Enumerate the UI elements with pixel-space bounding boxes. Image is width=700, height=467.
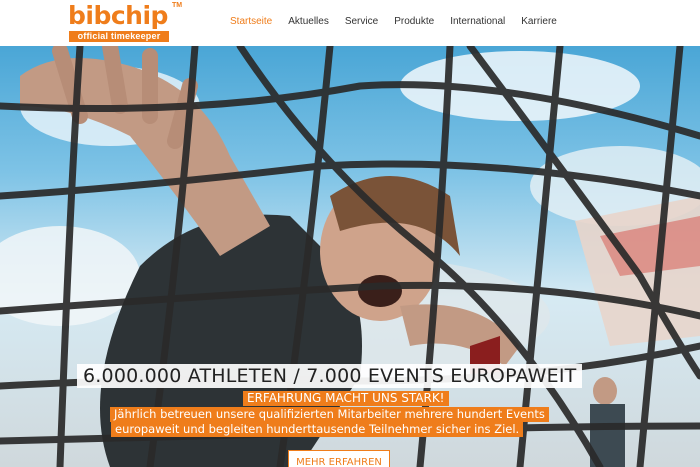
hero-banner: 6.000.000 ATHLETEN / 7.000 EVENTS EUROPA… [0, 46, 700, 467]
bibchip-logo[interactable]: bibchip TM official timekeeper [68, 2, 188, 44]
nav-item-aktuelles[interactable]: Aktuelles [280, 0, 337, 46]
site-header: bibchip TM official timekeeper Startseit… [0, 0, 700, 46]
nav-item-karriere[interactable]: Karriere [513, 0, 565, 46]
hero-body-line-1: Jährlich betreuen unsere qualifizierten … [110, 407, 549, 422]
main-navigation: Startseite Aktuelles Service Produkte In… [222, 0, 565, 46]
nav-item-service[interactable]: Service [337, 0, 386, 46]
logo-tagline: official timekeeper [69, 31, 169, 42]
logo-wordmark: bibchip [68, 1, 168, 30]
hero-subhead: ERFAHRUNG MACHT UNS STARK! [243, 391, 449, 406]
mehr-erfahren-button[interactable]: MEHR ERFAHREN [288, 450, 390, 467]
nav-item-international[interactable]: International [442, 0, 513, 46]
hero-body-line-2: europaweit und begleiten hunderttausende… [111, 422, 524, 437]
nav-item-produkte[interactable]: Produkte [386, 0, 442, 46]
nav-item-startseite[interactable]: Startseite [222, 0, 280, 46]
hero-headline: 6.000.000 ATHLETEN / 7.000 EVENTS EUROPA… [77, 364, 583, 388]
logo-trademark: TM [172, 2, 183, 9]
